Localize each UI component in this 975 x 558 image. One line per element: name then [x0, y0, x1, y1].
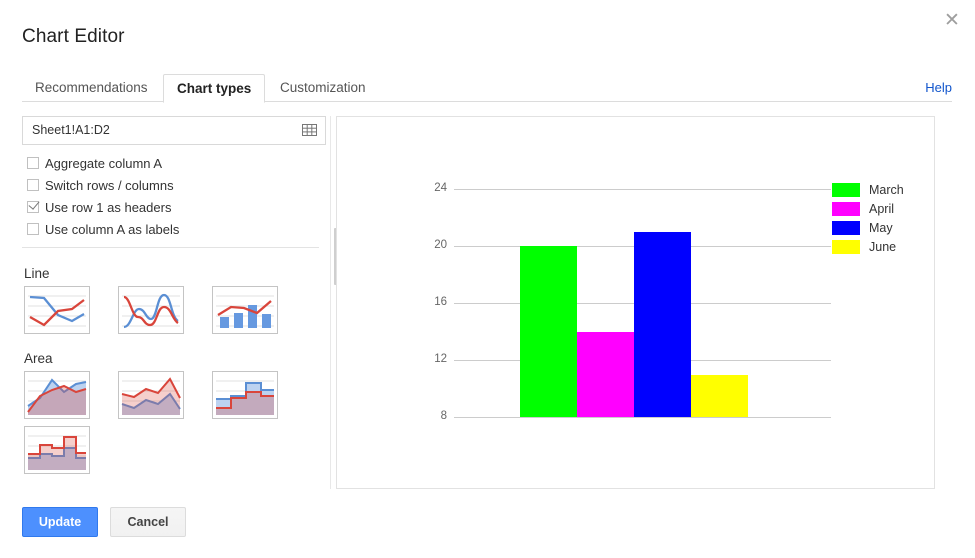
chart-type-line-smooth[interactable] [118, 286, 184, 334]
option-use-column-a-as-labels[interactable]: Use column A as labels [27, 218, 179, 240]
legend-swatch-april [832, 201, 860, 216]
chart-editor-dialog: Chart Editor ✕ Recommendations Chart typ… [0, 0, 975, 558]
legend-label: April [869, 201, 895, 216]
legend-item-may[interactable]: May [832, 218, 893, 237]
bar-march[interactable] [520, 246, 577, 417]
chart-types-panel: Sheet1!A1:D2 Aggregate column A Switch r… [22, 116, 345, 489]
chart-preview-panel[interactable]: 24 20 16 12 8 March April May June [336, 116, 935, 489]
panel-divider [22, 247, 319, 248]
update-button[interactable]: Update [22, 507, 98, 537]
tab-customization[interactable]: Customization [267, 74, 379, 103]
panel-separator [330, 116, 331, 489]
ytick-label: 16 [434, 296, 447, 308]
chart-type-area-basic[interactable] [24, 371, 90, 419]
legend-item-march[interactable]: March [832, 180, 904, 199]
ytick-label: 20 [434, 239, 447, 251]
group-title-line: Line [24, 266, 50, 281]
tab-bar: Recommendations Chart types Customizatio… [22, 74, 952, 103]
close-icon[interactable]: ✕ [939, 8, 965, 34]
chart-type-stepped-area[interactable] [212, 371, 278, 419]
chart-type-combo[interactable] [212, 286, 278, 334]
option-switch-rows-columns[interactable]: Switch rows / columns [27, 174, 174, 196]
cancel-button[interactable]: Cancel [110, 507, 186, 537]
legend-label: March [869, 182, 904, 197]
legend-item-june[interactable]: June [832, 237, 896, 256]
chart-type-line-basic[interactable] [24, 286, 90, 334]
data-range-value: Sheet1!A1:D2 [32, 123, 110, 137]
legend-swatch-may [832, 220, 860, 235]
bar-chart: 24 20 16 12 8 March April May June [337, 117, 934, 488]
gridline-24 [454, 189, 831, 190]
option-label: Switch rows / columns [45, 177, 174, 193]
bar-april[interactable] [577, 332, 634, 417]
chart-type-stepped-area-stacked[interactable] [24, 426, 90, 474]
legend-swatch-march [832, 182, 860, 197]
checkbox-use-row-1-as-headers[interactable] [27, 201, 39, 213]
tab-recommendations[interactable]: Recommendations [22, 74, 161, 103]
checkbox-switch-rows-columns[interactable] [27, 179, 39, 191]
option-aggregate-column-a[interactable]: Aggregate column A [27, 152, 162, 174]
option-label: Use row 1 as headers [45, 199, 172, 215]
option-use-row-1-as-headers[interactable]: Use row 1 as headers [27, 196, 171, 218]
gridline-8 [454, 417, 831, 418]
legend-item-april[interactable]: April [832, 199, 894, 218]
legend-label: May [869, 220, 893, 235]
help-link[interactable]: Help [925, 74, 952, 102]
checkbox-aggregate-column-a[interactable] [27, 157, 39, 169]
group-title-area: Area [24, 351, 53, 366]
option-label: Aggregate column A [45, 155, 163, 171]
bar-june[interactable] [691, 375, 748, 417]
legend-swatch-june [832, 239, 860, 254]
checkbox-use-column-a-as-labels[interactable] [27, 223, 39, 235]
grid-icon[interactable] [302, 123, 317, 138]
option-label: Use column A as labels [45, 221, 180, 237]
ytick-label: 24 [434, 182, 447, 194]
ytick-label: 12 [434, 353, 447, 365]
chart-type-list: Line Area [22, 258, 326, 489]
chart-type-area-stacked[interactable] [118, 371, 184, 419]
tab-chart-types[interactable]: Chart types [163, 74, 266, 103]
ytick-label: 8 [440, 410, 447, 422]
bar-may[interactable] [634, 232, 691, 417]
page-title: Chart Editor [22, 26, 125, 47]
legend-label: June [869, 239, 897, 254]
data-range-input[interactable]: Sheet1!A1:D2 [22, 116, 326, 145]
